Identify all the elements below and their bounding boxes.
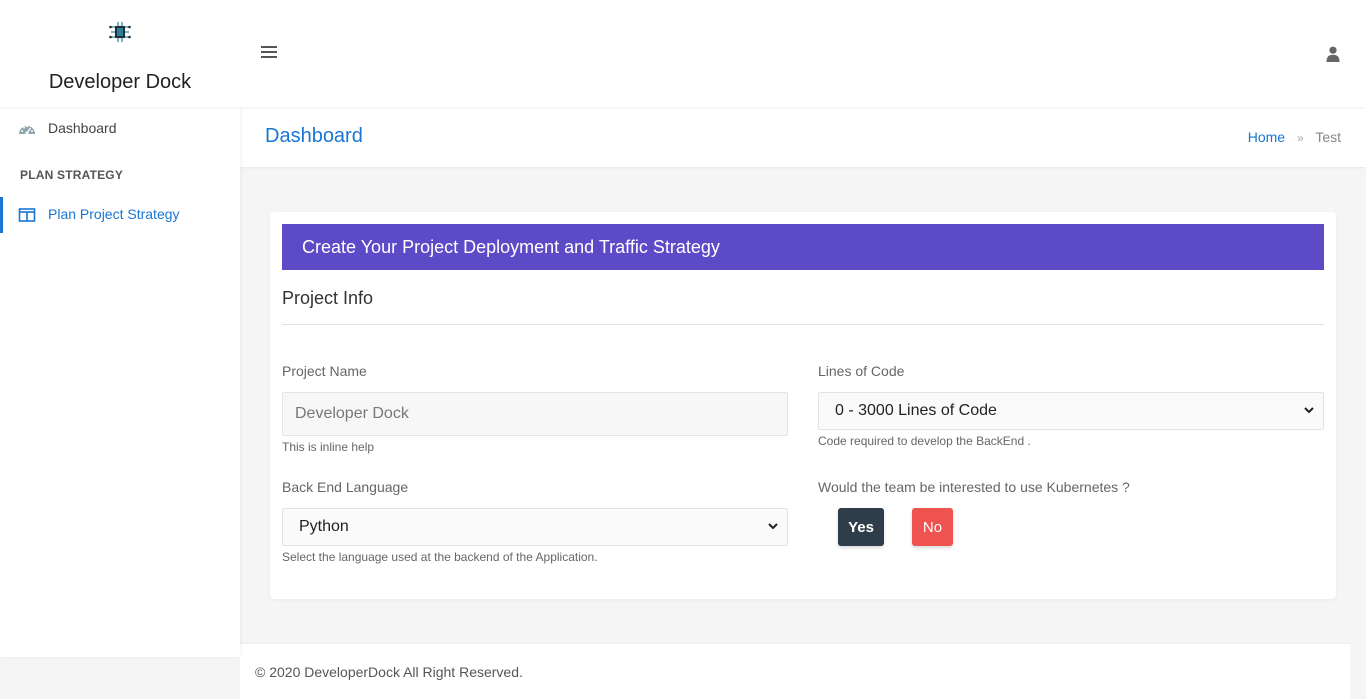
kubernetes-no-button[interactable]: No: [912, 508, 953, 546]
project-name-label: Project Name: [282, 363, 367, 379]
project-name-input[interactable]: [282, 392, 788, 436]
section-divider: [282, 324, 1324, 325]
page-title: Dashboard: [265, 125, 363, 147]
chevron-down-icon: [1304, 407, 1314, 414]
kubernetes-yes-button[interactable]: Yes: [838, 508, 884, 546]
chevron-down-icon: [768, 523, 778, 530]
hamburger-icon[interactable]: [261, 46, 277, 60]
brand[interactable]: Developer Dock: [0, 0, 240, 107]
backend-language-help: Select the language used at the backend …: [282, 550, 598, 564]
sidebar-item-dashboard[interactable]: Dashboard: [0, 111, 240, 147]
footer: © 2020 DeveloperDock All Right Reserved.: [240, 643, 1350, 699]
project-name-help: This is inline help: [282, 440, 375, 454]
breadcrumb-current: Test: [1315, 129, 1341, 145]
lines-of-code-value: 0 - 3000 Lines of Code: [835, 402, 997, 419]
card-header: Create Your Project Deployment and Traff…: [282, 224, 1324, 270]
sidebar: Dashboard PLAN STRATEGY Plan Project Str…: [0, 107, 240, 657]
strategy-form-card: Create Your Project Deployment and Traff…: [270, 212, 1336, 599]
sidebar-heading: PLAN STRATEGY: [20, 168, 124, 182]
dashboard-gauge-icon: [19, 125, 35, 135]
sidebar-item-label: Dashboard: [48, 120, 117, 136]
sidebar-item-label: Plan Project Strategy: [48, 206, 180, 222]
backend-language-value: Python: [299, 518, 349, 535]
user-icon[interactable]: [1326, 46, 1340, 62]
kubernetes-question-label: Would the team be interested to use Kube…: [818, 479, 1130, 495]
breadcrumb: Home » Test: [1248, 129, 1341, 145]
page-title-bar: Dashboard Home » Test: [240, 107, 1366, 167]
footer-copyright: © 2020 DeveloperDock All Right Reserved.: [255, 664, 523, 680]
lines-of-code-help: Code required to develop the BackEnd .: [818, 434, 1031, 448]
breadcrumb-separator-icon: »: [1296, 131, 1304, 145]
breadcrumb-home-link[interactable]: Home: [1248, 129, 1285, 145]
card-header-title: Create Your Project Deployment and Traff…: [302, 237, 720, 257]
columns-icon: [18, 208, 36, 222]
lines-of-code-select[interactable]: 0 - 3000 Lines of Code: [818, 392, 1324, 430]
brand-name: Developer Dock: [48, 71, 192, 93]
lines-of-code-label: Lines of Code: [818, 363, 905, 379]
section-title: Project Info: [282, 288, 374, 308]
backend-language-select[interactable]: Python: [282, 508, 788, 546]
backend-language-label: Back End Language: [282, 479, 409, 495]
chip-icon: [109, 22, 131, 42]
top-header: Developer Dock: [0, 0, 1366, 107]
sidebar-item-plan-project-strategy[interactable]: Plan Project Strategy: [0, 197, 240, 233]
